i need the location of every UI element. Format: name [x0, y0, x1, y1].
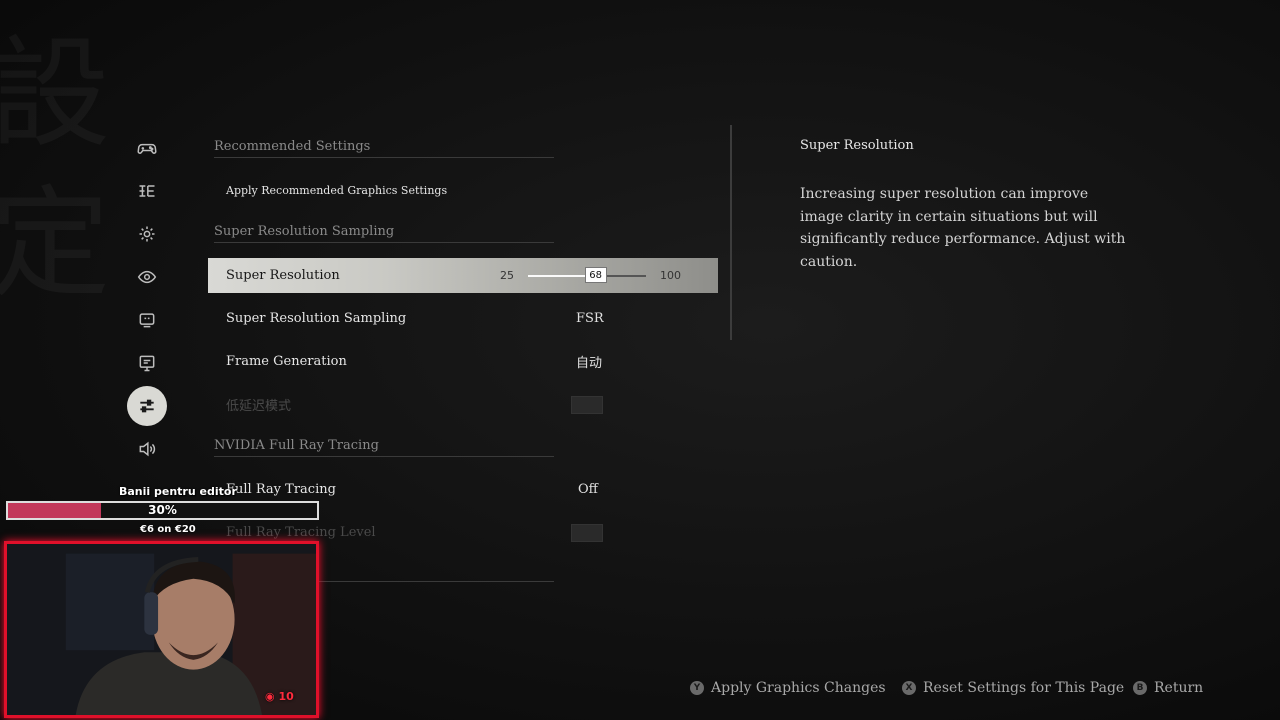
gear-icon — [139, 226, 155, 242]
rail-tab-display[interactable] — [127, 343, 167, 383]
frame-generation-value: 自动 — [576, 355, 603, 371]
settings-scrollbar[interactable] — [730, 125, 732, 340]
reset-settings-button[interactable]: X Reset Settings for This Page — [902, 679, 1124, 697]
rail-tab-interface[interactable] — [127, 300, 167, 340]
frame-generation-label: Frame Generation — [226, 353, 347, 369]
sliders-icon — [140, 399, 154, 413]
section-nvidia-full-ray-tracing: NVIDIA Full Ray Tracing — [214, 438, 554, 457]
b-button-icon: B — [1133, 681, 1147, 695]
rail-tab-audio[interactable] — [127, 429, 167, 469]
ray-tracing-level-value-box — [571, 524, 603, 542]
y-button-icon: Y — [690, 681, 704, 695]
display-icon — [139, 313, 155, 328]
rail-tab-camera[interactable] — [127, 257, 167, 297]
apply-recommended-label: Apply Recommended Graphics Settings — [226, 183, 448, 197]
rail-tab-language[interactable] — [127, 171, 167, 211]
description-title: Super Resolution — [800, 138, 914, 153]
viewer-eye-icon: ◉ — [265, 690, 275, 703]
reset-settings-label: Reset Settings for This Page — [923, 680, 1125, 696]
speaker-icon — [139, 441, 156, 457]
sampling-value: FSR — [576, 310, 604, 326]
monitor-icon — [139, 355, 155, 372]
ray-tracing-level-label: Full Ray Tracing Level — [226, 524, 376, 540]
section-recommended-settings: Recommended Settings — [214, 139, 554, 158]
slider-min-value: 25 — [500, 269, 514, 282]
background-calligraphy: 設定 — [0, 20, 120, 320]
slider-thumb[interactable]: 68 — [584, 267, 607, 283]
return-button[interactable]: B Return — [1133, 679, 1203, 697]
rail-tab-general[interactable] — [127, 214, 167, 254]
super-resolution-label: Super Resolution — [226, 268, 340, 283]
apply-graphics-changes-button[interactable]: Y Apply Graphics Changes — [690, 679, 886, 697]
viewer-count: ◉ 10 — [265, 690, 294, 703]
language-icon — [139, 185, 155, 197]
description-body: Increasing super resolution can improve … — [800, 186, 1126, 270]
low-latency-mode-row: 低延迟模式 — [208, 386, 718, 422]
eye-icon — [137, 270, 157, 284]
return-label: Return — [1154, 680, 1204, 696]
apply-recommended-settings-row[interactable]: Apply Recommended Graphics Settings — [208, 172, 718, 208]
donation-goal-bar: 30% — [6, 501, 319, 520]
super-resolution-row[interactable]: Super Resolution 25 68 100 — [208, 258, 718, 293]
rail-tab-controls[interactable] — [127, 128, 167, 168]
viewer-count-value: 10 — [278, 690, 294, 703]
donation-goal-title: Banii pentru editor — [119, 485, 237, 498]
section-super-resolution-sampling: Super Resolution Sampling — [214, 224, 554, 243]
donation-goal-amount: €6 on €20 — [140, 524, 196, 535]
donation-goal-percent: 30% — [148, 503, 177, 517]
apply-graphics-changes-label: Apply Graphics Changes — [711, 680, 886, 696]
low-latency-value-box — [571, 396, 603, 414]
frame-generation-row[interactable]: Frame Generation 自动 — [208, 343, 718, 379]
rail-tab-graphics[interactable] — [127, 386, 167, 426]
slider-max-value: 100 — [660, 269, 681, 282]
sampling-label: Super Resolution Sampling — [226, 310, 407, 326]
low-latency-label: 低延迟模式 — [226, 398, 292, 414]
x-button-icon: X — [902, 681, 916, 695]
super-resolution-sampling-row[interactable]: Super Resolution Sampling FSR — [208, 300, 718, 336]
controller-icon — [137, 143, 157, 154]
super-resolution-slider[interactable]: 68 — [528, 267, 646, 283]
full-ray-tracing-label: Full Ray Tracing — [226, 481, 336, 497]
full-ray-tracing-value: Off — [578, 481, 598, 497]
